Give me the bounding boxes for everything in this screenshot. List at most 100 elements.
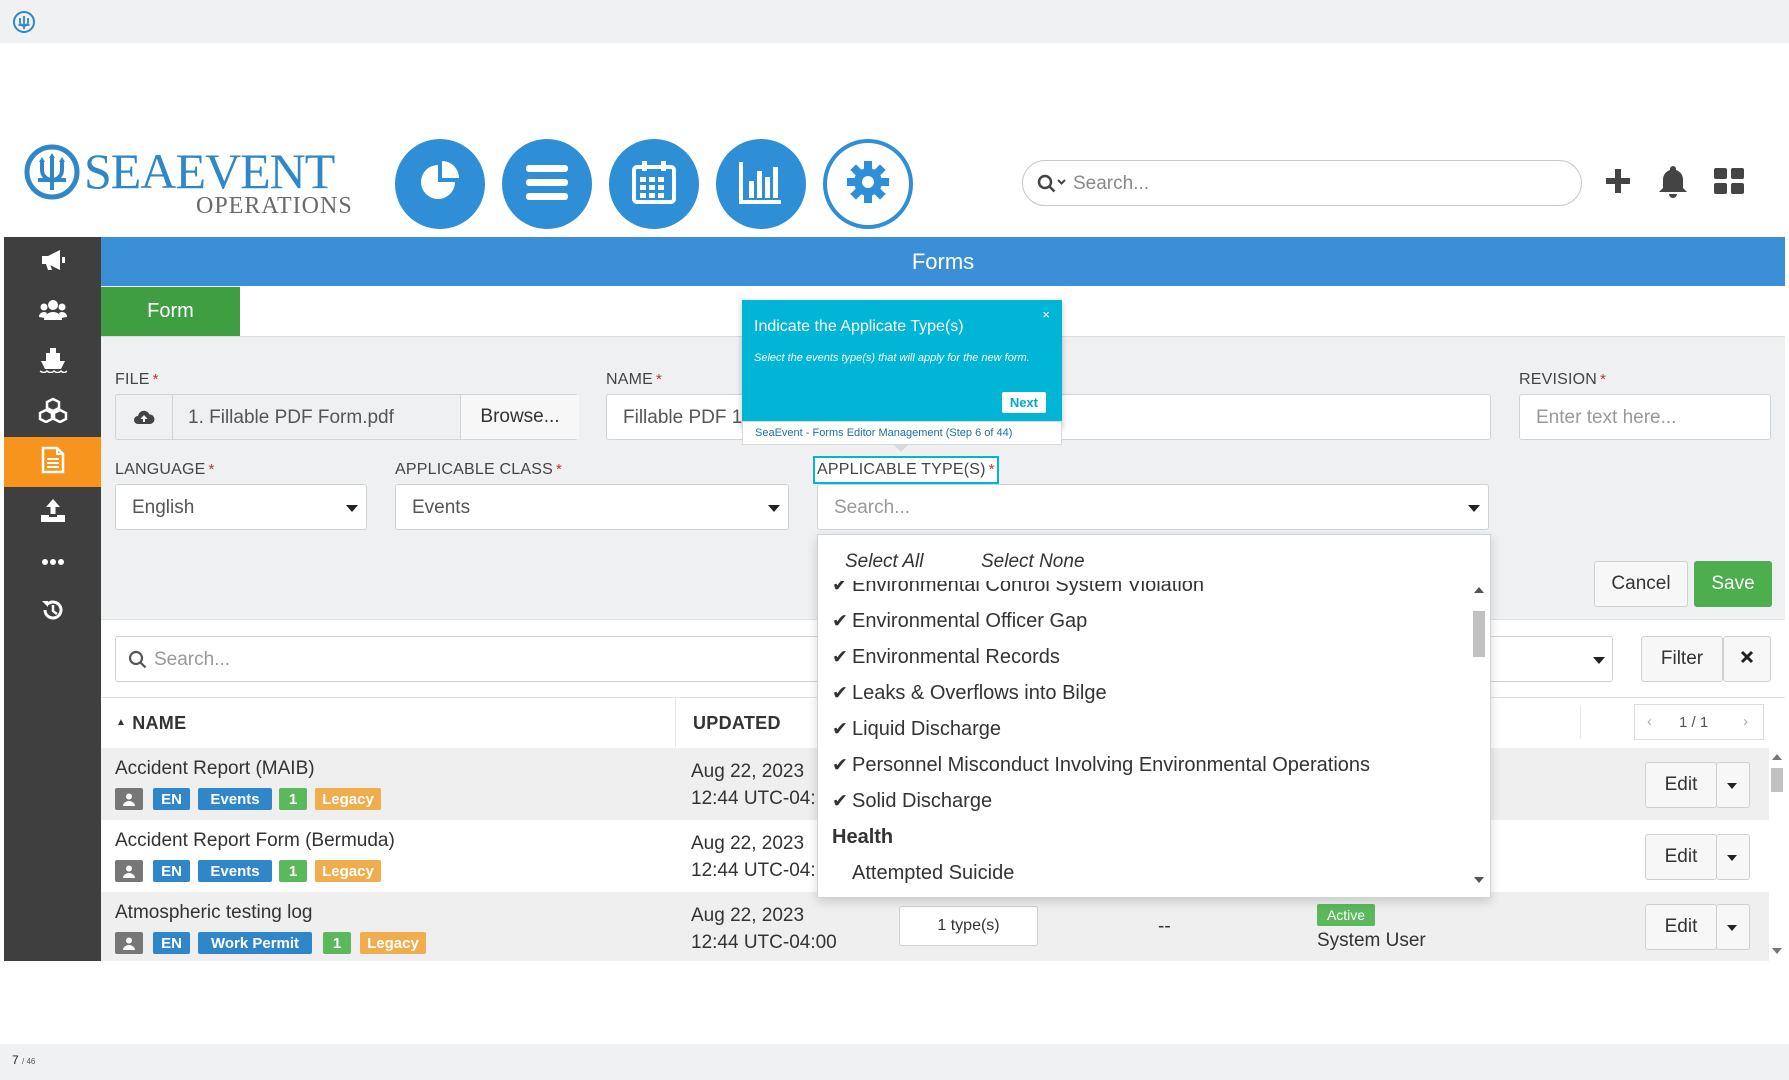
add-button[interactable] [1601,166,1635,200]
scroll-down-icon[interactable] [1474,877,1484,883]
sidebar-item-vessels[interactable] [4,337,101,387]
edit-button[interactable]: Edit [1645,762,1717,808]
save-button[interactable]: Save [1694,561,1772,607]
row-actions-button[interactable] [1716,904,1750,950]
sidebar-item-history[interactable] [4,587,101,637]
language-badge: EN [153,788,190,810]
dropdown-option[interactable]: ✔ Liquid Discharge [832,718,1001,741]
scroll-thumb[interactable] [1771,768,1783,792]
user-icon [115,788,143,810]
trident-logo-icon[interactable] [12,10,36,34]
row-updated: Aug 22, 2023 12:44 UTC-04: [691,761,816,809]
sidebar-item-inventory[interactable] [4,387,101,437]
types-count-button[interactable]: 1 type(s) [899,906,1038,946]
user-icon [115,932,143,954]
sidebar-item-forms[interactable] [4,437,101,487]
chevron-down-icon [1727,855,1737,861]
sidebar-item-upload[interactable] [4,487,101,537]
dropdown-option[interactable]: ✔ Environmental Control System Violation [832,581,1204,597]
bottom-bar: 7 / 46 [0,1044,1789,1080]
brand-logo[interactable]: SEAEVENT OPERATIONS [24,142,360,218]
clear-filter-button[interactable] [1723,636,1771,682]
close-icon[interactable]: × [1042,307,1050,322]
row-actions-button[interactable] [1716,834,1750,880]
scroll-up-icon[interactable] [1474,587,1484,593]
browse-button[interactable]: Browse... [460,395,579,439]
row-name: Accident Report (MAIB) [115,758,315,779]
column-divider [675,697,676,747]
global-search-input[interactable]: Search... [1022,160,1582,206]
reports-button[interactable] [716,139,806,229]
row-updated: Aug 22, 2023 12:44 UTC-04: [691,833,816,881]
list-filter-select[interactable] [1480,636,1613,682]
page-indicator: 1 / 1 [1679,714,1709,731]
dropdown-option[interactable]: Attempted Suicide [852,862,1014,885]
name-value: Fillable PDF 1 [623,407,743,428]
select-none-link[interactable]: Select None [981,551,1085,573]
applicable-types-select[interactable]: Search... [817,484,1489,530]
scroll-thumb[interactable] [1473,611,1485,657]
list-search-input[interactable]: Search... [115,636,825,682]
global-search-placeholder: Search... [1073,173,1150,194]
chevron-down-icon [346,505,358,512]
close-icon [1740,648,1754,670]
table-scrollbar[interactable] [1769,748,1785,961]
language-select[interactable]: English [115,484,367,530]
tour-footer: SeaEvent - Forms Editor Management (Step… [742,421,1062,445]
edit-button[interactable]: Edit [1645,904,1717,950]
document-icon [41,446,65,479]
row-actions-button[interactable] [1716,762,1750,808]
tour-pointer [893,444,909,452]
dropdown-scrollbar[interactable] [1470,581,1488,897]
sidebar-item-more[interactable] [4,537,101,587]
tour-next-button[interactable]: Next [1001,392,1046,413]
tab-form[interactable]: Form [101,287,240,336]
menu-button[interactable] [502,139,592,229]
checkmark-icon: ✔ [832,719,848,740]
sidebar-item-announcements[interactable] [4,237,101,287]
calendar-button[interactable] [609,139,699,229]
upload-icon [40,497,66,528]
class-badge: Events [198,860,272,882]
notifications-button[interactable] [1656,165,1690,200]
pie-chart-icon [417,159,463,210]
ship-icon [39,347,68,378]
menu-icon [524,162,570,207]
next-page-icon[interactable]: › [1743,713,1748,730]
status-badge: Active [1317,904,1375,926]
file-value: 1. Fillable PDF Form.pdf [188,407,394,428]
sidebar-item-users[interactable] [4,287,101,337]
dropdown-option[interactable]: ✔ Solid Discharge [832,790,992,813]
dropdown-option[interactable]: ✔ Leaks & Overflows into Bilge [832,682,1107,705]
applicable-class-select[interactable]: Events [395,484,789,530]
page-counter: 7 / 46 [12,1053,36,1067]
dropdown-option[interactable]: ✔ Personnel Misconduct Involving Environm… [832,754,1370,777]
scroll-up-icon[interactable] [1772,754,1782,760]
table-row[interactable]: Atmospheric testing log EN Work Permit 1… [101,892,1769,961]
dashboard-button[interactable] [395,139,485,229]
applicable-types-label: APPLICABLE TYPE(S) * [813,456,999,484]
language-label: LANGUAGE * [115,461,215,478]
file-field[interactable]: 1. Fillable PDF Form.pdf Browse... [115,394,579,440]
revision-input[interactable]: Enter text here... [1519,394,1771,440]
language-value: English [132,497,195,518]
edit-button[interactable]: Edit [1645,834,1717,880]
apps-button[interactable] [1712,166,1746,200]
filter-button[interactable]: Filter [1641,636,1723,682]
dropdown-option[interactable]: ✔ Environmental Records [832,646,1060,669]
grid-icon [1713,167,1745,200]
revision-label: REVISION * [1519,371,1607,388]
chevron-down-icon [768,505,780,512]
prev-page-icon[interactable]: ‹ [1647,713,1652,730]
chevron-down-icon [1468,505,1480,512]
checkmark-icon: ✔ [832,755,848,776]
settings-button[interactable] [823,139,913,229]
dropdown-option[interactable]: ✔ Environmental Officer Gap [832,610,1087,633]
column-header-name[interactable]: ▲ NAME [116,713,186,734]
chevron-down-icon [1593,657,1605,664]
applicable-types-dropdown: Select All Select None ✔ Environmental Co… [817,534,1491,898]
scroll-down-icon[interactable] [1772,948,1782,954]
column-header-updated[interactable]: UPDATED [693,713,781,734]
select-all-link[interactable]: Select All [845,551,924,573]
cancel-button[interactable]: Cancel [1594,561,1688,607]
